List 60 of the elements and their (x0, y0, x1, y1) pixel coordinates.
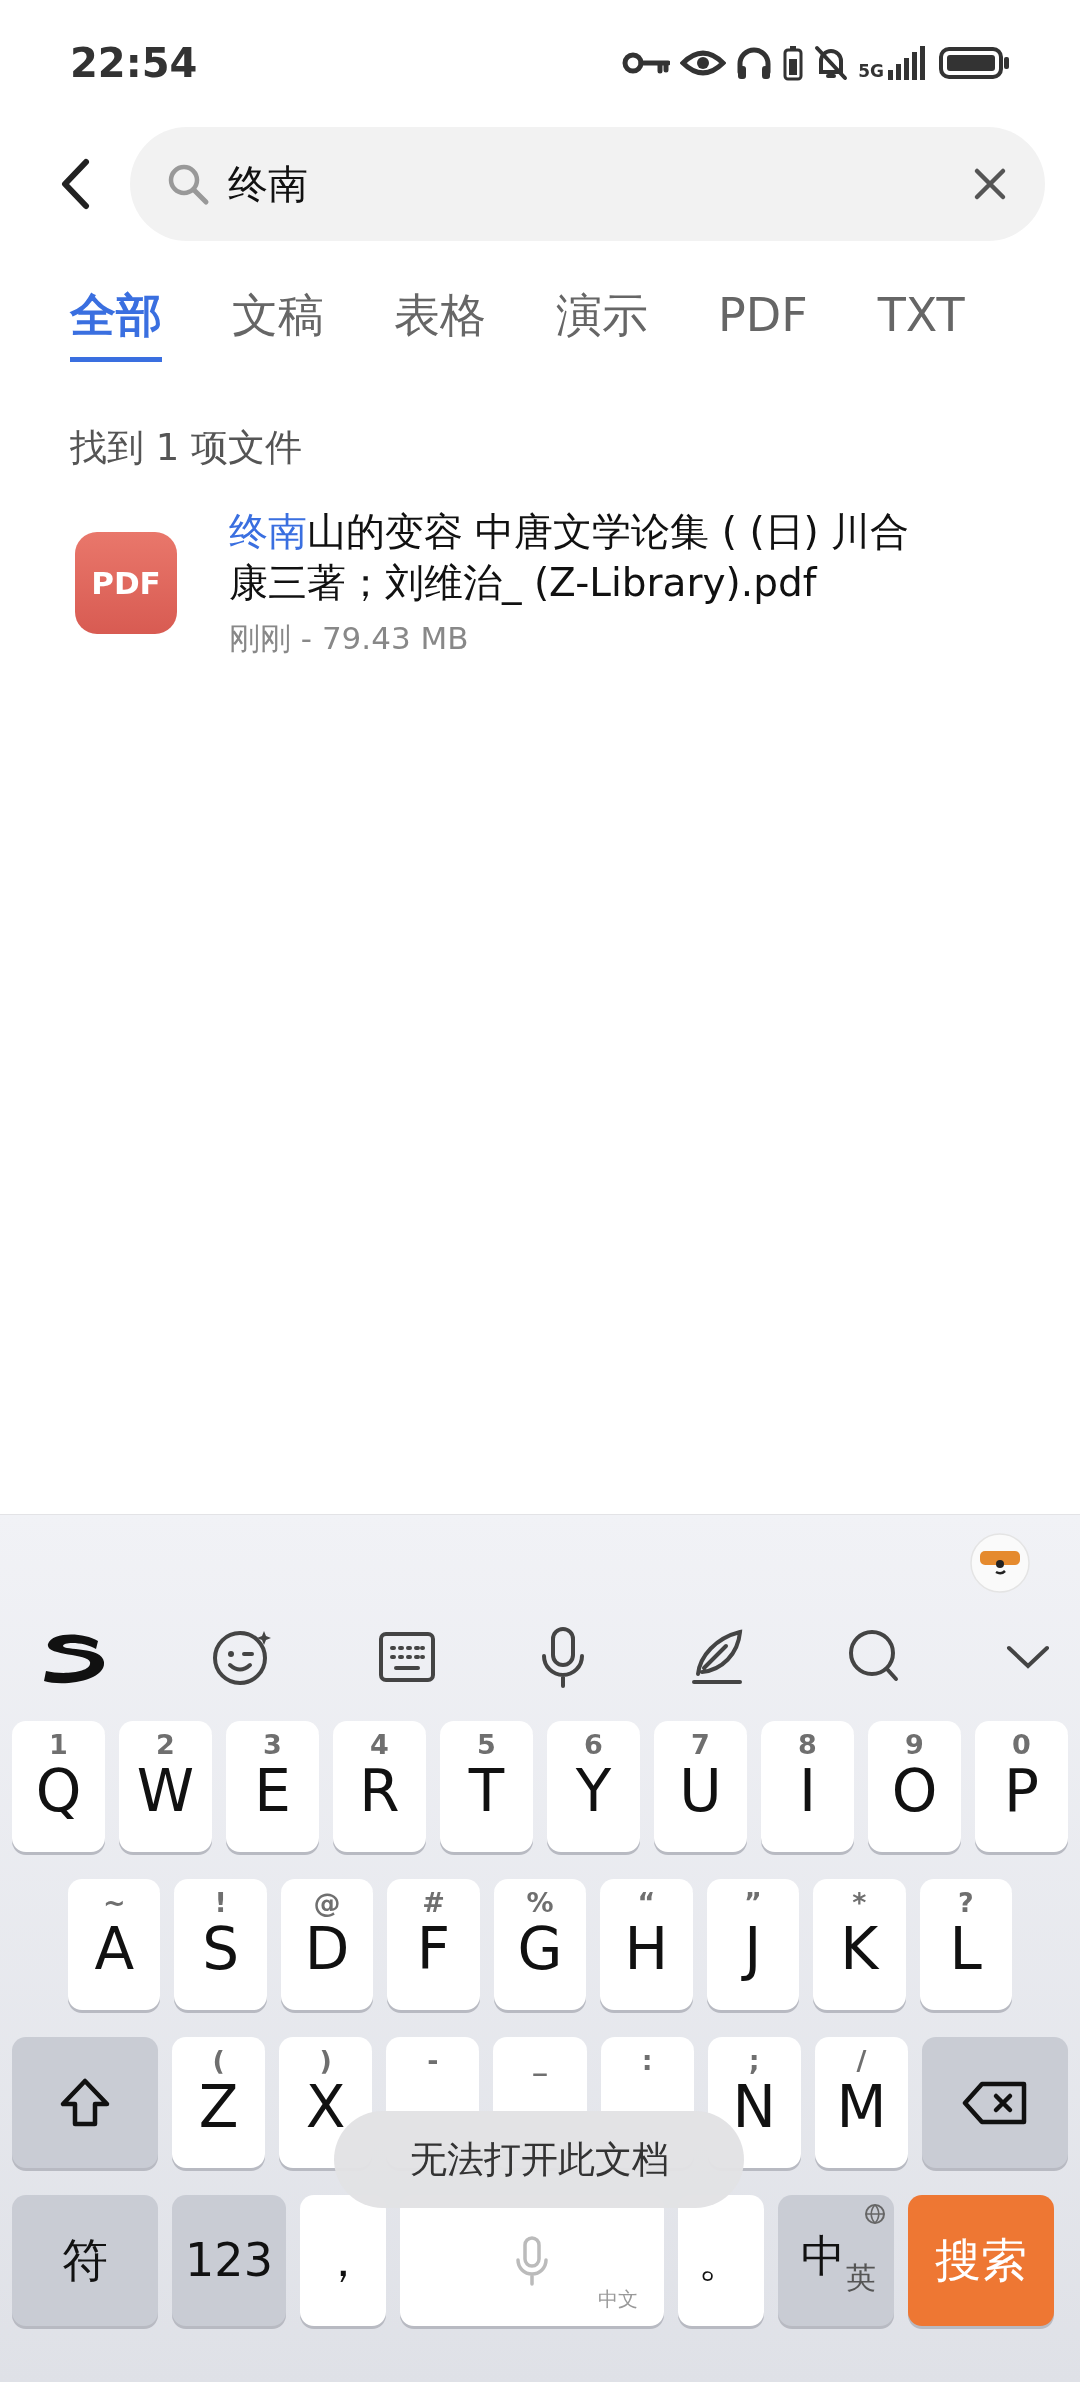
eye-icon (680, 48, 727, 78)
tab[interactable]: TXT (877, 288, 965, 363)
keyboard-key[interactable]: 6 Y (547, 1721, 640, 1852)
status-time: 22:54 (70, 39, 198, 88)
keyboard-key[interactable]: 2 W (119, 1721, 212, 1852)
network-label: 5G (858, 63, 884, 80)
keyboard-key[interactable]: 4 R (333, 1721, 426, 1852)
keyboard-key[interactable]: “ H (600, 1879, 693, 2010)
back-button[interactable] (60, 158, 90, 210)
battery-small-icon (782, 45, 805, 81)
punctuation-key[interactable]: 。 (678, 2195, 764, 2326)
key-icon (622, 51, 671, 75)
keyboard-key[interactable]: 3 E (226, 1721, 319, 1852)
search-bar[interactable]: 终南 (130, 127, 1045, 241)
headphones-icon (736, 46, 773, 80)
collapse-chevron-icon[interactable] (1006, 1644, 1050, 1670)
shift-key[interactable] (12, 2037, 158, 2168)
tab[interactable]: 演示 (556, 288, 648, 363)
keyboard-key[interactable]: ~ A (68, 1879, 161, 2010)
file-meta: 刚刚 - 79.43 MB (229, 618, 470, 658)
clear-button[interactable] (973, 167, 1007, 201)
keyboard-key[interactable]: 1 Q (12, 1721, 105, 1852)
keyboard-key[interactable]: ! S (174, 1879, 267, 2010)
keyboard-key[interactable]: % G (493, 1879, 587, 2010)
tab[interactable]: PDF (718, 288, 808, 363)
tab[interactable]: 文稿 (232, 288, 324, 363)
backspace-icon (962, 2080, 1028, 2125)
numbers-key[interactable]: 123 (172, 2195, 286, 2326)
backspace-key[interactable] (922, 2037, 1068, 2168)
close-icon (973, 167, 1007, 201)
feather-icon[interactable] (690, 1628, 744, 1686)
signal-icon (888, 46, 928, 80)
keyboard-key[interactable]: / M (814, 2037, 908, 2168)
pdf-file-icon: PDF (75, 532, 177, 635)
keyboard-key[interactable]: # F (387, 1879, 480, 2010)
battery-icon (938, 46, 1010, 80)
symbol-key[interactable]: 符 (12, 2195, 158, 2326)
tab[interactable]: 全部 (70, 288, 162, 363)
keyboard-key[interactable]: ” J (706, 1879, 800, 2010)
microphone-icon (514, 2235, 550, 2286)
file-name[interactable]: 终南山的变容 中唐文学论集 ( (日) 川合康三著；刘维治_ (Z-Library).pdf (229, 505, 919, 609)
back-icon (60, 158, 90, 210)
search-field[interactable]: 终南 (228, 154, 955, 214)
keyboard-key[interactable]: @ D (280, 1879, 374, 2010)
microphone-icon[interactable] (539, 1626, 587, 1688)
keyboard-key[interactable]: ? L (919, 1879, 1012, 2010)
globe-icon (864, 2203, 886, 2225)
search-icon (166, 162, 210, 206)
punctuation-key[interactable]: ， (300, 2195, 386, 2326)
keyboard-key[interactable]: 9 O (868, 1721, 961, 1852)
keyboard-icon[interactable] (378, 1631, 436, 1683)
keyboard-key[interactable]: 0 P (975, 1721, 1068, 1852)
keyboard-key[interactable]: * K (813, 1879, 906, 2010)
tab[interactable]: 表格 (394, 288, 486, 363)
result-count: 找到 1 项文件 (69, 425, 304, 472)
keyboard-key[interactable]: 5 T (440, 1721, 533, 1852)
keyboard-key[interactable]: 8 I (761, 1721, 854, 1852)
keyboard-key[interactable]: 7 U (654, 1721, 747, 1852)
keyboard-key[interactable]: ( Z (172, 2037, 266, 2168)
bell-off-icon (814, 45, 849, 81)
